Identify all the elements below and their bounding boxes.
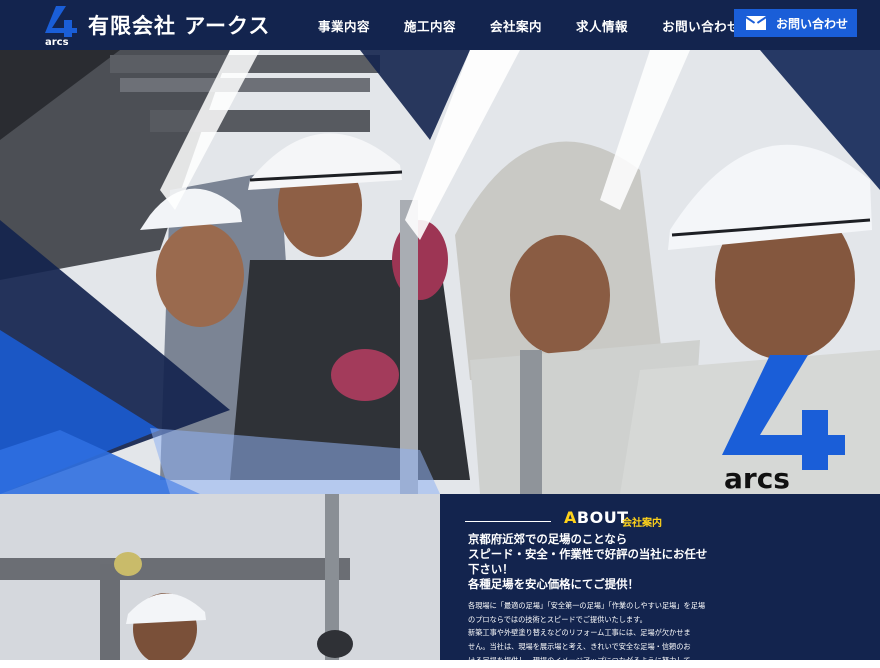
lead-line: スピード・安全・作業性で好評の当社にお任せ (468, 547, 708, 561)
worker-photo (0, 494, 440, 660)
about-title-initial: A (564, 508, 577, 527)
hero-banner: arcs (0, 50, 880, 494)
site-header: arcs 有限会社 アークス 事業内容 施工内容 会社案内 求人情報 お問い合わ… (0, 0, 880, 50)
about-title-rest: BOUT (576, 508, 629, 527)
about-subtitle: 会社案内 (622, 518, 662, 529)
about-divider (465, 521, 551, 522)
arcs-logo-icon: arcs (42, 4, 82, 48)
body-line: ける足場を提供し、現場のイメージアップにつながるように努力して (468, 655, 691, 665)
about-section: ABOUT 会社案内 京都府近郊での足場のことなら スピード・安全・作業性で好評… (440, 494, 880, 665)
lead-line: 下さい！ (468, 562, 514, 576)
nav-business[interactable]: 事業内容 (318, 16, 370, 35)
main-nav: 事業内容 施工内容 会社案内 求人情報 お問い合わせ (318, 0, 740, 50)
contact-button-label: お問い合わせ (776, 16, 849, 31)
nav-recruit[interactable]: 求人情報 (576, 16, 628, 35)
hero-collage: arcs (0, 50, 880, 494)
body-line: のプロならではの技術とスピードでご提供いたします。 (468, 614, 647, 624)
body-line: せん。当社は、現場を展示場と考え、きれいで安全な足場・信頼のお (468, 642, 691, 652)
lead-line: 京都府近郊での足場のことなら (468, 532, 628, 546)
about-title: ABOUT (564, 508, 629, 527)
company-name: 有限会社 アークス (88, 14, 271, 38)
logo-word: arcs (45, 37, 69, 46)
brand-word: arcs (724, 462, 790, 494)
nav-company[interactable]: 会社案内 (490, 16, 542, 35)
body-line: 各現場に「最適の足場」「安全第一の足場」「作業のしやすい足場」を足場 (468, 601, 706, 610)
nav-inquiry[interactable]: お問い合わせ (662, 16, 740, 35)
about-body: 各現場に「最適の足場」「安全第一の足場」「作業のしやすい足場」を足場 のプロなら… (468, 599, 868, 668)
body-line: 新築工事や外壁塗り替えなどのリフォーム工事には、足場が欠かせま (468, 628, 691, 638)
mail-icon (746, 16, 766, 30)
contact-button[interactable]: お問い合わせ (734, 9, 857, 37)
nav-construction[interactable]: 施工内容 (404, 16, 456, 35)
lead-line: 各種足場を安心価格にてご提供！ (468, 577, 639, 591)
about-lead: 京都府近郊での足場のことなら スピード・安全・作業性で好評の当社にお任せ 下さい… (468, 532, 707, 592)
site-logo[interactable]: arcs 有限会社 アークス (42, 4, 271, 48)
